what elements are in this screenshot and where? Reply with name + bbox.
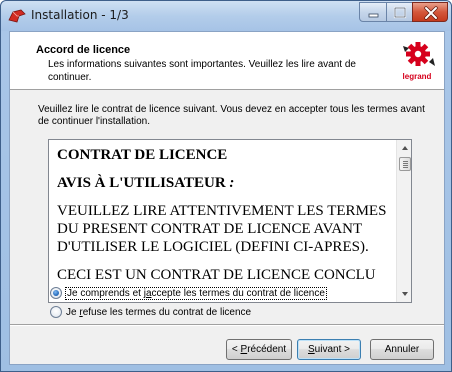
- minimize-icon: [368, 13, 379, 18]
- accept-label-suffix: ccepte les termes du contrat de licence: [151, 287, 325, 299]
- logo-wordmark: legrand: [402, 72, 432, 81]
- accept-option[interactable]: Je comprends et jaccepte les termes du c…: [50, 286, 327, 300]
- gear-logo-icon: [403, 42, 435, 66]
- accept-label[interactable]: Je comprends et jaccepte les termes du c…: [65, 286, 327, 300]
- license-paragraph-partial: CECI EST UN CONTRAT DE LICENCE CONCLU: [57, 267, 376, 283]
- page-title: Accord de licence: [36, 44, 131, 56]
- license-content: CONTRAT DE LICENCE AVIS À L'UTILISATEUR …: [57, 146, 393, 294]
- title-bar[interactable]: Installation - 1/3: [1, 1, 451, 31]
- scroll-up-button[interactable]: [397, 140, 411, 156]
- refuse-radio[interactable]: [50, 306, 62, 318]
- installer-window: Installation - 1/3 Accord de licence Les…: [0, 0, 452, 372]
- page-subtitle: Les informations suivantes sont importan…: [48, 59, 356, 83]
- refuse-label[interactable]: Je refuse les termes du contrat de licen…: [66, 307, 251, 318]
- scroll-down-button[interactable]: [397, 286, 411, 302]
- refuse-option[interactable]: Je refuse les termes du contrat de licen…: [50, 305, 251, 319]
- accept-label-prefix: Je comprends et j: [67, 287, 146, 299]
- minimize-button[interactable]: [359, 2, 387, 22]
- back-label-prefix: <: [231, 344, 241, 355]
- installer-app-icon: [8, 9, 26, 23]
- installer-client-area: Accord de licence Les informations suiva…: [9, 31, 445, 365]
- license-text-box[interactable]: CONTRAT DE LICENCE AVIS À L'UTILISATEUR …: [48, 139, 412, 303]
- license-notice-colon: :: [225, 175, 235, 191]
- intro-text: Veuillez lire le contrat de licence suiv…: [38, 104, 425, 127]
- license-heading: CONTRAT DE LICENCE: [57, 147, 228, 163]
- license-paragraph: VEUILLEZ LIRE ATTENTIVEMENT LES TERMES D…: [57, 203, 387, 255]
- footer-divider: [10, 324, 444, 326]
- scroll-down-icon: [402, 292, 408, 296]
- refuse-label-suffix: efuse les termes du contrat de licence: [82, 306, 252, 318]
- maximize-button[interactable]: [386, 2, 413, 22]
- back-label-suffix: récédent: [247, 344, 287, 355]
- accept-radio[interactable]: [50, 287, 62, 299]
- close-button[interactable]: [412, 2, 448, 22]
- maximize-icon: [393, 6, 407, 19]
- cancel-button[interactable]: Annuler: [370, 339, 434, 360]
- license-notice-text: AVIS À L'UTILISATEUR: [57, 175, 226, 191]
- license-scrollbar[interactable]: [396, 140, 411, 302]
- next-label-suffix: uivant >: [314, 344, 350, 355]
- license-notice: AVIS À L'UTILISATEUR :: [57, 174, 393, 192]
- wizard-header: Accord de licence Les informations suiva…: [10, 32, 444, 90]
- close-icon: [424, 6, 438, 20]
- scroll-thumb[interactable]: [399, 157, 411, 171]
- next-label-key: S: [308, 344, 315, 355]
- window-title: Installation - 1/3: [31, 8, 129, 22]
- refuse-label-prefix: Je: [66, 306, 80, 318]
- scroll-up-icon: [402, 146, 408, 150]
- back-button[interactable]: < Précédent: [226, 339, 292, 360]
- next-button[interactable]: Suivant >: [297, 339, 361, 360]
- legrand-logo: legrand: [395, 36, 439, 86]
